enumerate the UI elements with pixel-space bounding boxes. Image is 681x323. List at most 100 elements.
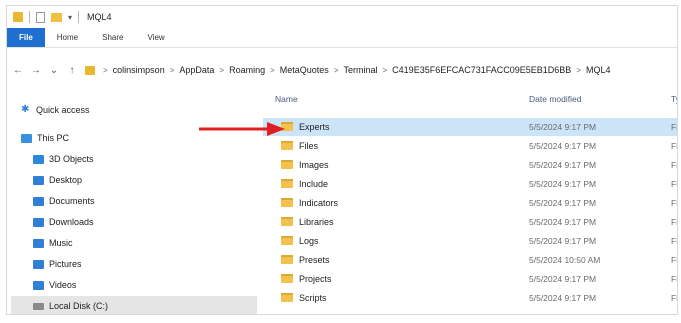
folder-icon bbox=[13, 12, 23, 22]
file-type: Fil bbox=[671, 274, 677, 284]
file-name: Projects bbox=[299, 274, 332, 284]
file-type: Fil bbox=[671, 141, 677, 151]
list-item[interactable]: Images 5/5/2024 9:17 PM Fil bbox=[263, 156, 677, 174]
folder-icon bbox=[281, 255, 293, 264]
breadcrumb-separator[interactable]: > bbox=[219, 66, 224, 75]
sidebar-item-desktop[interactable]: Desktop bbox=[33, 170, 251, 190]
file-name: Libraries bbox=[299, 217, 334, 227]
list-item[interactable]: Files 5/5/2024 9:17 PM Fil bbox=[263, 137, 677, 155]
file-date: 5/5/2024 9:17 PM bbox=[529, 141, 597, 151]
downloads-icon bbox=[33, 217, 44, 227]
file-name: Include bbox=[299, 179, 329, 189]
folder-icon bbox=[281, 236, 293, 245]
computer-icon bbox=[21, 133, 32, 143]
file-type: Fil bbox=[671, 217, 677, 227]
sidebar-item-label: Local Disk (C:) bbox=[49, 301, 109, 311]
file-type: Fil bbox=[671, 179, 677, 189]
file-type: Fil bbox=[671, 160, 677, 170]
folder-icon bbox=[281, 141, 293, 150]
file-type: Fil bbox=[671, 255, 677, 265]
list-item[interactable]: Indicators 5/5/2024 9:17 PM Fil bbox=[263, 194, 677, 212]
desktop-icon bbox=[33, 175, 44, 185]
sidebar-item-label: Documents bbox=[49, 196, 95, 206]
sidebar-item-downloads[interactable]: Downloads bbox=[33, 212, 251, 232]
sidebar-item-documents[interactable]: Documents bbox=[33, 191, 251, 211]
tab-home[interactable]: Home bbox=[45, 28, 90, 47]
list-item[interactable]: Libraries 5/5/2024 9:17 PM Fil bbox=[263, 213, 677, 231]
file-date: 5/5/2024 9:17 PM bbox=[529, 198, 597, 208]
list-item[interactable]: Include 5/5/2024 9:17 PM Fil bbox=[263, 175, 677, 193]
tab-view[interactable]: View bbox=[135, 28, 176, 47]
breadcrumb-separator[interactable]: > bbox=[576, 66, 581, 75]
list-item[interactable]: Projects 5/5/2024 9:17 PM Fil bbox=[263, 270, 677, 288]
music-icon bbox=[33, 238, 44, 248]
sidebar-item-music[interactable]: Music bbox=[33, 233, 251, 253]
breadcrumb-item[interactable]: Roaming bbox=[229, 65, 265, 75]
sidebar-item-3d-objects[interactable]: 3D Objects bbox=[33, 149, 251, 169]
breadcrumb-item[interactable]: MQL4 bbox=[586, 65, 611, 75]
sidebar-item-label: Videos bbox=[49, 280, 77, 290]
list-item[interactable]: Logs 5/5/2024 9:17 PM Fil bbox=[263, 232, 677, 250]
folder-icon bbox=[281, 198, 293, 207]
recent-locations-button[interactable]: ⌄ bbox=[49, 65, 59, 76]
list-item[interactable]: Scripts 5/5/2024 9:17 PM Fil bbox=[263, 289, 677, 307]
forward-button[interactable]: → bbox=[31, 65, 41, 76]
file-date: 5/5/2024 9:17 PM bbox=[529, 122, 597, 132]
column-header-date-modified[interactable]: Date modified bbox=[529, 94, 581, 104]
breadcrumb-separator[interactable]: > bbox=[383, 66, 388, 75]
breadcrumb-item[interactable]: colinsimpson bbox=[113, 65, 165, 75]
sidebar-item-videos[interactable]: Videos bbox=[33, 275, 251, 295]
breadcrumb-item[interactable]: MetaQuotes bbox=[280, 65, 329, 75]
file-name: Indicators bbox=[299, 198, 339, 208]
file-list: Name Date modified Ty Experts 5/5/2024 9… bbox=[263, 84, 677, 314]
tab-file[interactable]: File bbox=[7, 28, 45, 47]
list-item[interactable]: Experts 5/5/2024 9:17 PM Fil bbox=[263, 118, 677, 136]
breadcrumb-separator[interactable]: > bbox=[270, 66, 275, 75]
file-date: 5/5/2024 9:17 PM bbox=[529, 274, 597, 284]
breadcrumb-separator[interactable]: > bbox=[334, 66, 339, 75]
file-date: 5/5/2024 9:17 PM bbox=[529, 293, 597, 303]
ribbon-tabs: File Home Share View bbox=[7, 28, 677, 48]
file-name: Logs bbox=[299, 236, 319, 246]
breadcrumb: > colinsimpson > AppData > Roaming > Met… bbox=[103, 65, 610, 75]
breadcrumb-item[interactable]: Terminal bbox=[343, 65, 377, 75]
file-date: 5/5/2024 9:17 PM bbox=[529, 179, 597, 189]
up-button[interactable]: ↑ bbox=[67, 65, 77, 76]
customize-quick-access-icon[interactable]: ▾ bbox=[68, 13, 72, 22]
sidebar-item-label: Desktop bbox=[49, 175, 83, 185]
file-date: 5/5/2024 9:17 PM bbox=[529, 236, 597, 246]
file-name: Images bbox=[299, 160, 329, 170]
column-header-name[interactable]: Name bbox=[275, 94, 298, 104]
file-type: Fil bbox=[671, 198, 677, 208]
sidebar-item-local-disk[interactable]: Local Disk (C:) bbox=[11, 296, 257, 314]
file-name: Files bbox=[299, 141, 319, 151]
folder-icon bbox=[85, 65, 95, 75]
sidebar-item-quick-access[interactable]: ✱ Quick access bbox=[21, 100, 251, 120]
divider bbox=[78, 11, 80, 23]
star-icon: ✱ bbox=[21, 104, 30, 115]
breadcrumb-item[interactable]: C419E35F6EFCAC731FACC09E5EB1D6BB bbox=[392, 65, 571, 75]
properties-icon[interactable] bbox=[36, 11, 45, 23]
breadcrumb-item[interactable]: AppData bbox=[179, 65, 214, 75]
sidebar-item-label: 3D Objects bbox=[49, 154, 94, 164]
column-header-type[interactable]: Ty bbox=[671, 94, 677, 104]
file-date: 5/5/2024 9:17 PM bbox=[529, 217, 597, 227]
file-explorer-window: ▾ MQL4 File Home Share View ← → ⌄ ↑ > co… bbox=[6, 5, 678, 315]
address-row: ← → ⌄ ↑ > colinsimpson > AppData > Roami… bbox=[7, 60, 677, 80]
sidebar-item-label: Music bbox=[49, 238, 73, 248]
sidebar-item-label: Pictures bbox=[49, 259, 82, 269]
tab-share[interactable]: Share bbox=[90, 28, 135, 47]
back-button[interactable]: ← bbox=[13, 65, 23, 76]
window-title: MQL4 bbox=[87, 12, 112, 22]
file-type: Fil bbox=[671, 122, 677, 132]
divider bbox=[29, 11, 30, 23]
sidebar-item-pictures[interactable]: Pictures bbox=[33, 254, 251, 274]
file-date: 5/5/2024 9:17 PM bbox=[529, 160, 597, 170]
breadcrumb-separator[interactable]: > bbox=[170, 66, 175, 75]
breadcrumb-separator[interactable]: > bbox=[103, 66, 108, 75]
file-type: Fil bbox=[671, 236, 677, 246]
folder-icon bbox=[281, 160, 293, 169]
list-item[interactable]: Presets 5/5/2024 10:50 AM Fil bbox=[263, 251, 677, 269]
new-folder-icon[interactable] bbox=[51, 12, 62, 22]
file-name: Presets bbox=[299, 255, 330, 265]
